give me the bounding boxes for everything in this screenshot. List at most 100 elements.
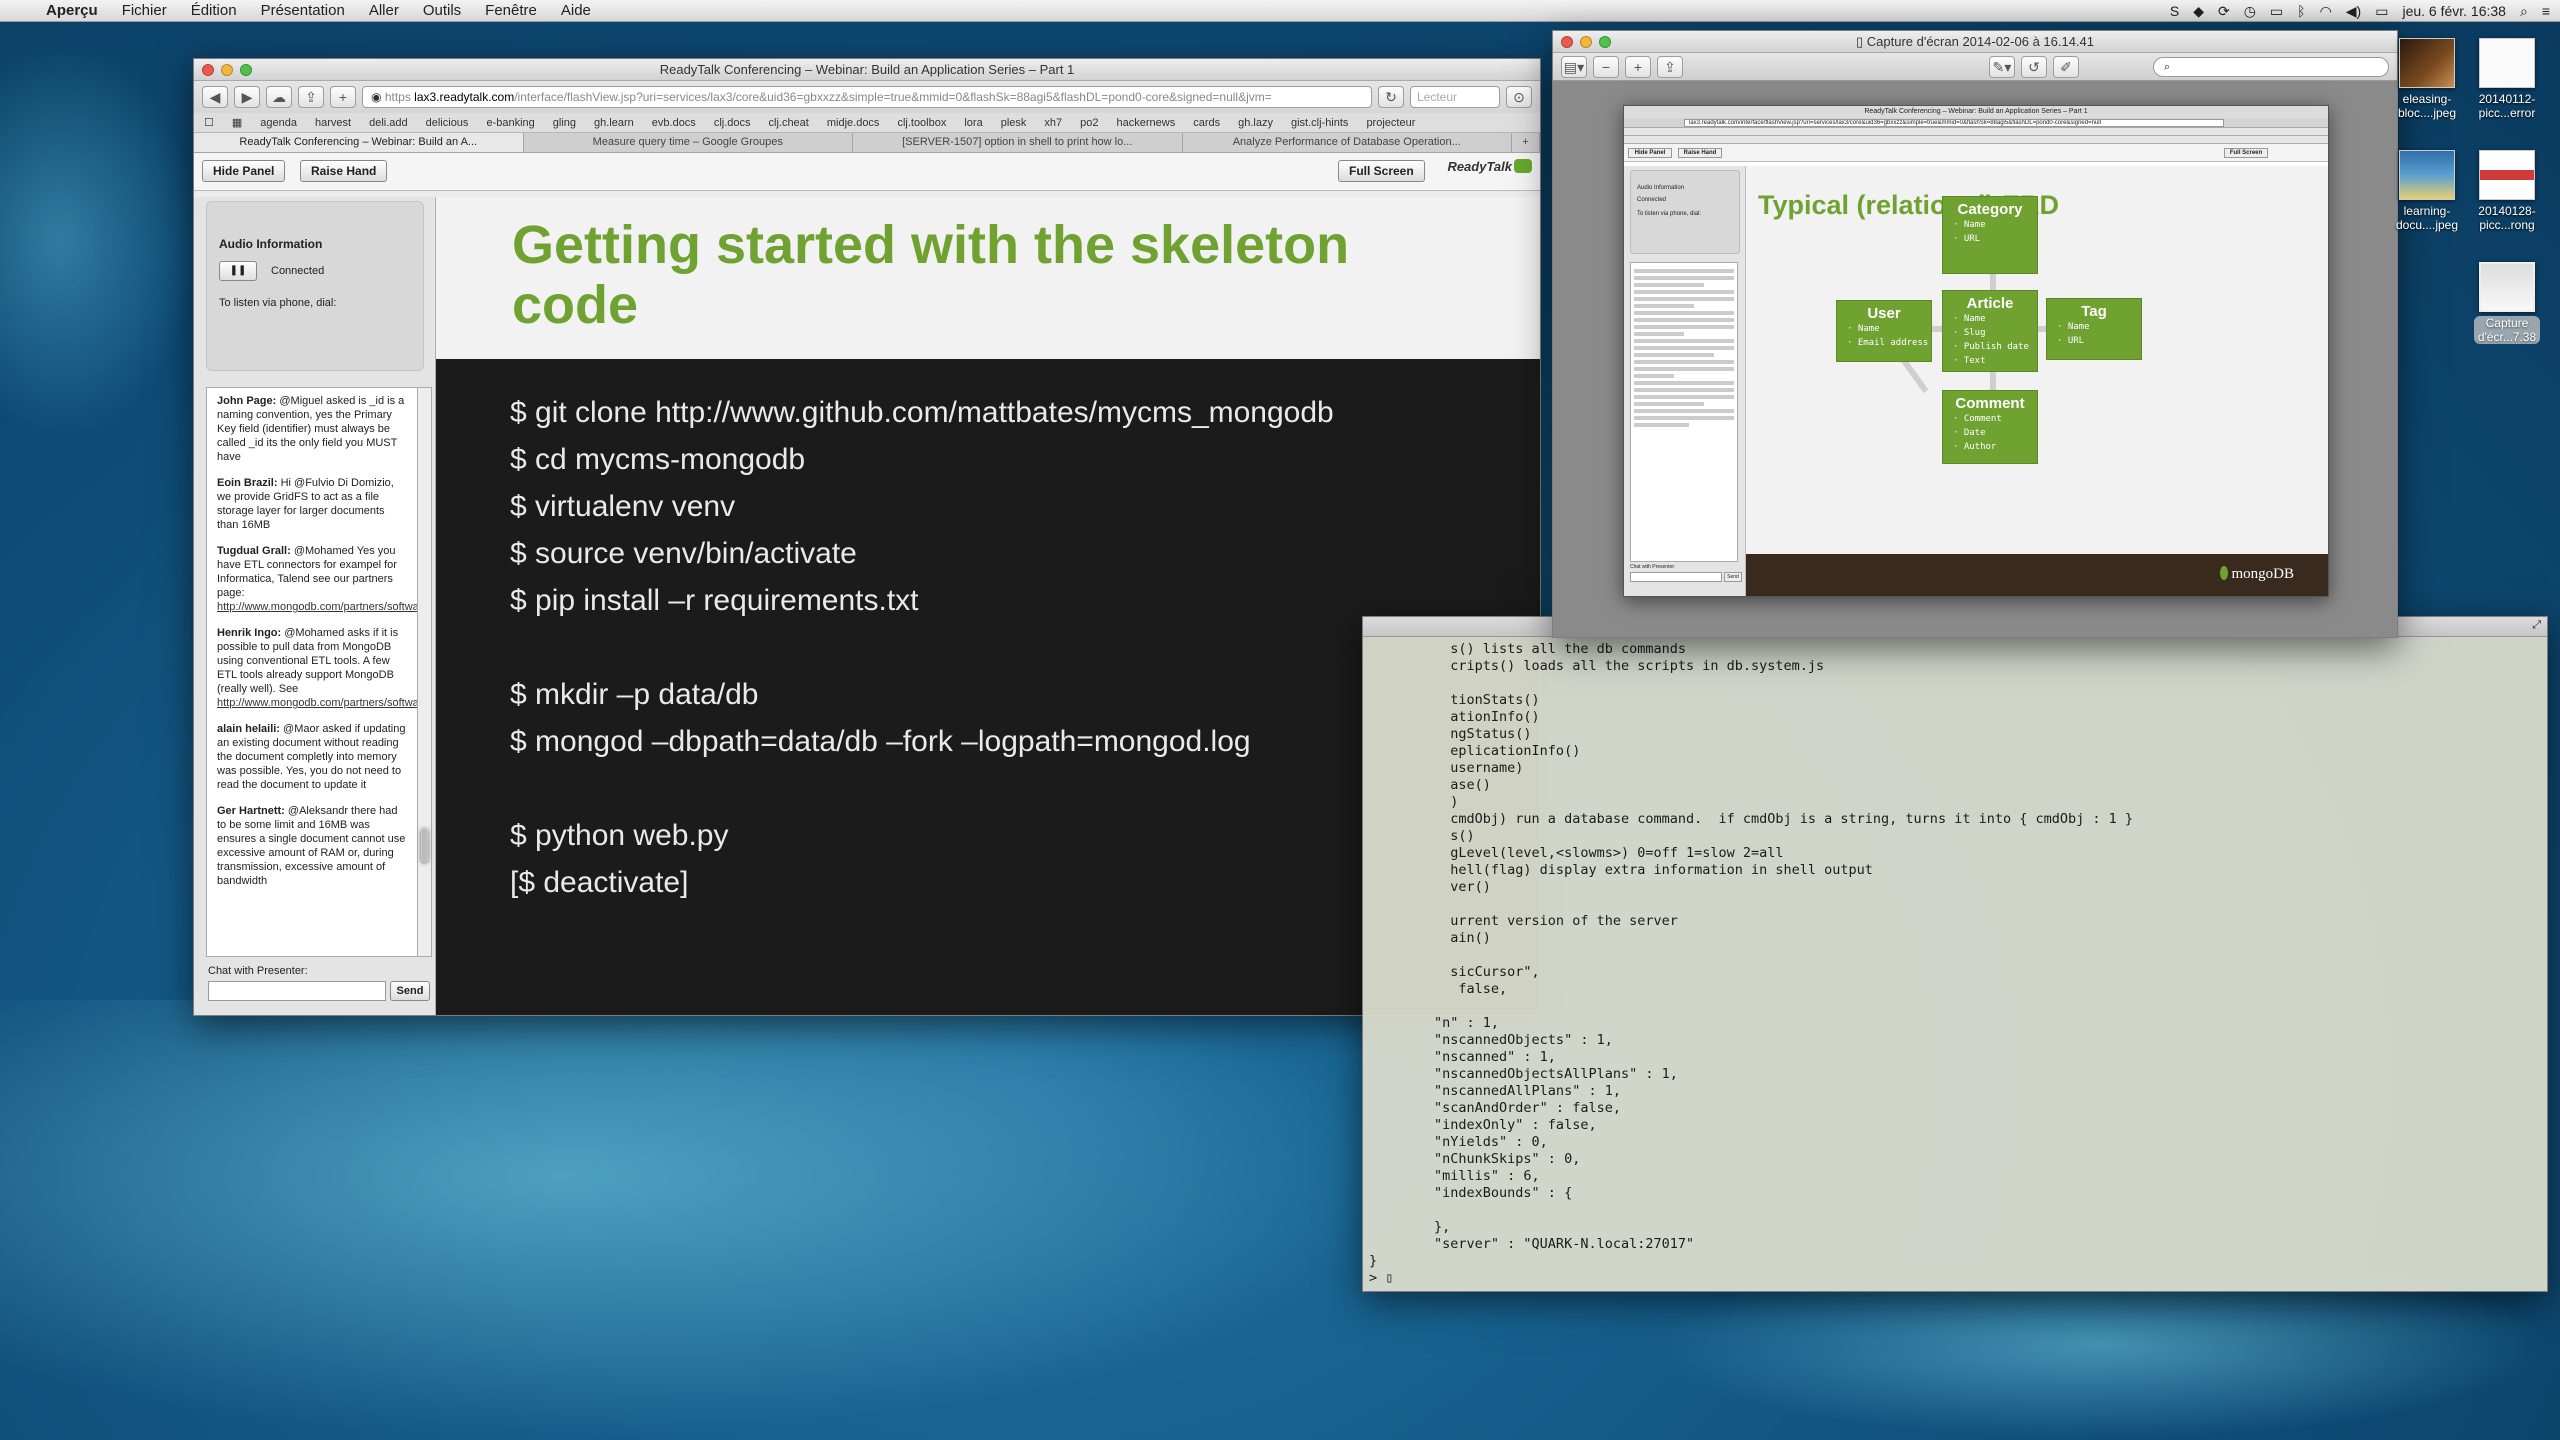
- desktop-file-icon[interactable]: 20140128- picc...rong: [2468, 150, 2546, 232]
- rotate-icon[interactable]: ↺: [2021, 55, 2047, 78]
- tab-google-groups[interactable]: Measure query time – Google Groupes: [524, 133, 853, 152]
- sync-icon[interactable]: ⟳: [2218, 3, 2230, 20]
- menu-app-name[interactable]: Aperçu: [34, 2, 110, 19]
- entity-field: · URL: [2057, 336, 2085, 346]
- bookmark-clj-cheat[interactable]: clj.cheat: [769, 117, 809, 129]
- chat-input[interactable]: [208, 981, 386, 1001]
- icloud-tabs-icon[interactable]: ☁: [266, 86, 292, 108]
- bookmark-lora[interactable]: lora: [964, 117, 982, 129]
- bookmark-projecteur[interactable]: projecteur: [1366, 117, 1415, 129]
- close-window-button[interactable]: [1561, 36, 1573, 48]
- skype-icon[interactable]: S: [2170, 3, 2179, 19]
- terminal-line: "n" : 1,: [1369, 1015, 1500, 1031]
- pause-icon[interactable]: ❚❚: [219, 261, 257, 281]
- volume-icon[interactable]: ◀): [2346, 3, 2361, 20]
- menu-aide[interactable]: Aide: [549, 2, 603, 19]
- zoom-out-icon[interactable]: −: [1593, 55, 1619, 78]
- desktop-file-icon[interactable]: 20140112- picc...error: [2468, 38, 2546, 120]
- slide-header: Getting started with the skeleton code: [436, 197, 1540, 359]
- terminal-line: "nChunkSkips" : 0,: [1369, 1151, 1581, 1167]
- notification-center-icon[interactable]: ≡: [2542, 3, 2550, 19]
- desktop-file-icon[interactable]: eleasing- bloc....jpeg: [2388, 38, 2466, 120]
- sidebar-view-icon[interactable]: ▤▾: [1561, 55, 1587, 78]
- resize-icon[interactable]: ⤢: [2532, 619, 2541, 632]
- tab-readytalk[interactable]: ReadyTalk Conferencing – Webinar: Build …: [194, 133, 524, 152]
- chat-link[interactable]: http://www.mongodb.com/partners/software: [217, 697, 417, 709]
- bookmark-gling[interactable]: gling: [553, 117, 576, 129]
- time-machine-icon[interactable]: ◷: [2244, 3, 2256, 20]
- reading-list-icon[interactable]: ☐: [204, 116, 214, 129]
- reader-button[interactable]: Lecteur: [1410, 86, 1500, 108]
- bookmark-hackernews[interactable]: hackernews: [1117, 117, 1176, 129]
- forward-arrow-icon[interactable]: ▶: [234, 86, 260, 108]
- downloads-icon[interactable]: ⊙: [1506, 86, 1532, 108]
- bookmark-delicious[interactable]: delicious: [426, 117, 469, 129]
- preview-search-input[interactable]: ⌕: [2153, 56, 2389, 77]
- zoom-in-icon[interactable]: +: [1625, 55, 1651, 78]
- menu-fichier[interactable]: Fichier: [110, 2, 179, 19]
- chat-link[interactable]: http://www.mongodb.com/partners/software: [217, 601, 417, 613]
- raise-hand-button[interactable]: Raise Hand: [300, 160, 388, 182]
- tab-server-1507[interactable]: [SERVER-1507] option in shell to print h…: [853, 133, 1183, 152]
- battery-icon[interactable]: ▭: [2375, 3, 2388, 20]
- chat-log[interactable]: John Page: @Miguel asked is _id is a nam…: [206, 387, 418, 957]
- bluetooth-icon[interactable]: ᛒ: [2297, 3, 2305, 19]
- bookmark-gist-clj-hints[interactable]: gist.clj-hints: [1291, 117, 1348, 129]
- menubar-clock[interactable]: jeu. 6 févr. 16:38: [2402, 3, 2506, 19]
- bookmark-evb-docs[interactable]: evb.docs: [652, 117, 696, 129]
- bookmark-po2[interactable]: po2: [1080, 117, 1098, 129]
- menu-outils[interactable]: Outils: [411, 2, 473, 19]
- preview-titlebar[interactable]: ▯ Capture d'écran 2014-02-06 à 16.14.41: [1553, 31, 2397, 53]
- bookmark-e-banking[interactable]: e-banking: [486, 117, 534, 129]
- bookmark-xh7[interactable]: xh7: [1044, 117, 1062, 129]
- bookmark-plesk[interactable]: plesk: [1001, 117, 1027, 129]
- scrollbar-thumb[interactable]: [421, 828, 428, 862]
- terminal-output[interactable]: s() lists all the db commands cripts() l…: [1369, 641, 2133, 1287]
- spotlight-search-icon[interactable]: ⌕: [2520, 3, 2528, 20]
- new-tab-button[interactable]: +: [1512, 133, 1540, 152]
- bookmark-clj-docs[interactable]: clj.docs: [714, 117, 751, 129]
- edit-toolbar-icon[interactable]: ✐: [2053, 55, 2079, 78]
- reload-icon[interactable]: ↻: [1378, 86, 1404, 108]
- preview-toolbar: ▤▾ − + ⇪ ✎▾ ↺ ✐ ⌕: [1553, 53, 2397, 81]
- bookmark-clj-toolbox[interactable]: clj.toolbox: [897, 117, 946, 129]
- chat-bubble-icon: [1514, 159, 1532, 173]
- desktop-file-icon[interactable]: learning- docu....jpeg: [2388, 150, 2466, 232]
- bookmark-gh-learn[interactable]: gh.learn: [594, 117, 634, 129]
- chat-author: Henrik Ingo:: [217, 627, 282, 639]
- bookmark-agenda[interactable]: agenda: [260, 117, 297, 129]
- menu-edition[interactable]: Édition: [179, 2, 249, 19]
- bookmark-deli-add[interactable]: deli.add: [369, 117, 408, 129]
- menu-presentation[interactable]: Présentation: [249, 2, 357, 19]
- wifi-icon[interactable]: ◠: [2320, 3, 2332, 20]
- zoom-window-button[interactable]: [1599, 36, 1611, 48]
- minimize-window-button[interactable]: [221, 64, 233, 76]
- share-icon[interactable]: ⇪: [1657, 55, 1683, 78]
- minimize-window-button[interactable]: [1580, 36, 1592, 48]
- back-arrow-icon[interactable]: ◀: [202, 86, 228, 108]
- address-bar[interactable]: ◉ https lax3.readytalk.com/interface/fla…: [362, 86, 1372, 108]
- annotate-icon[interactable]: ✎▾: [1989, 55, 2015, 78]
- add-tab-icon[interactable]: +: [330, 86, 356, 108]
- terminal-line: }: [1369, 1253, 1378, 1269]
- top-sites-icon[interactable]: ▦: [232, 116, 242, 129]
- share-icon[interactable]: ⇪: [298, 86, 324, 108]
- bookmark-cards[interactable]: cards: [1193, 117, 1220, 129]
- close-window-button[interactable]: [202, 64, 214, 76]
- bookmark-midje-docs[interactable]: midje.docs: [827, 117, 880, 129]
- menu-aller[interactable]: Aller: [357, 2, 411, 19]
- display-icon[interactable]: ▭: [2270, 3, 2283, 20]
- send-button[interactable]: Send: [390, 981, 430, 1001]
- bookmark-harvest[interactable]: harvest: [315, 117, 351, 129]
- chat-scrollbar[interactable]: [418, 387, 432, 957]
- menu-fenetre[interactable]: Fenêtre: [473, 2, 549, 19]
- browser-titlebar[interactable]: ReadyTalk Conferencing – Webinar: Build …: [194, 59, 1540, 81]
- shot-phone: To listen via phone, dial:: [1637, 211, 1702, 217]
- desktop-file-icon-selected[interactable]: Capture d'écr...7.38: [2468, 262, 2546, 347]
- dropbox-icon[interactable]: ◆: [2193, 3, 2204, 20]
- bookmark-gh-lazy[interactable]: gh.lazy: [1238, 117, 1273, 129]
- zoom-window-button[interactable]: [240, 64, 252, 76]
- hide-panel-button[interactable]: Hide Panel: [202, 160, 286, 182]
- tab-analyze-performance[interactable]: Analyze Performance of Database Operatio…: [1183, 133, 1512, 152]
- full-screen-button[interactable]: Full Screen: [1338, 160, 1425, 182]
